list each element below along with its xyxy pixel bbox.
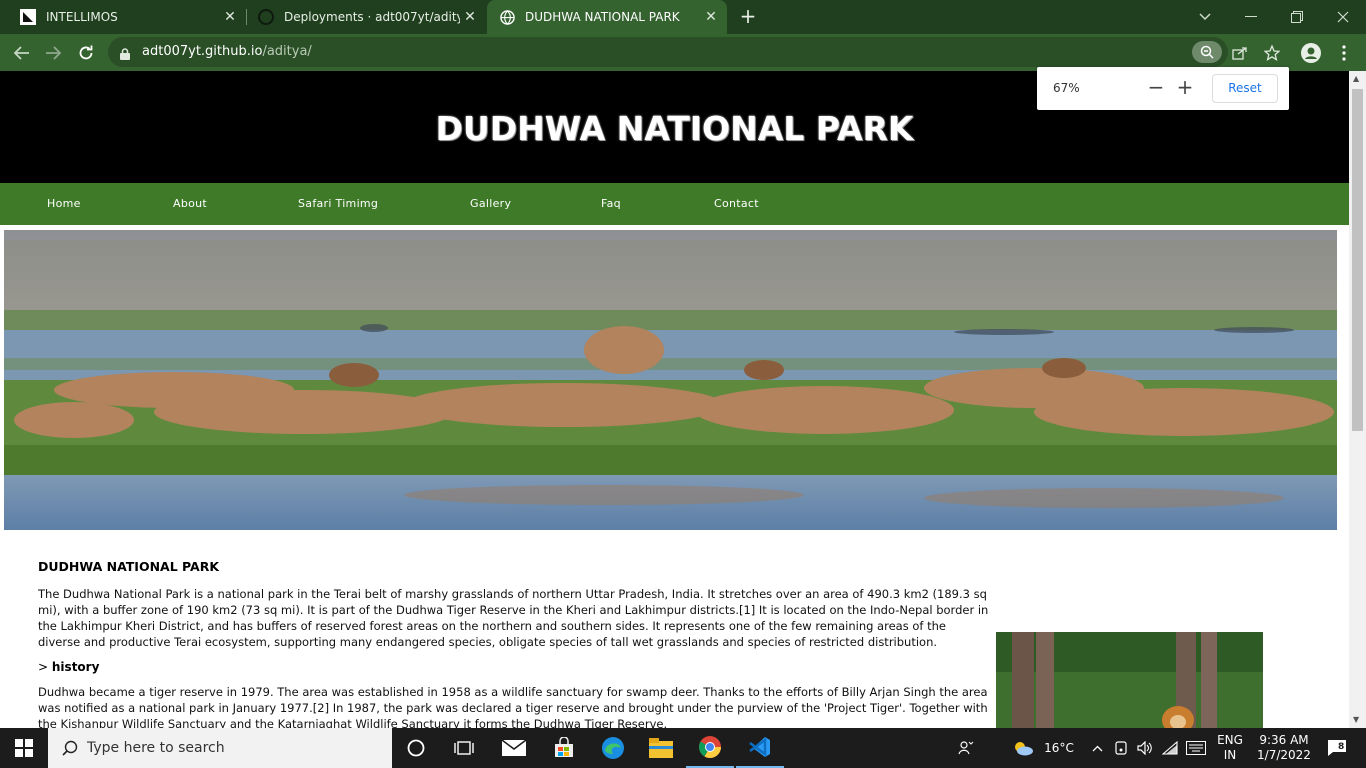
url-host: adt007yt.github.io bbox=[142, 44, 263, 59]
history-heading-text: history bbox=[51, 660, 100, 674]
chrome-icon[interactable] bbox=[686, 728, 734, 768]
weather-icon[interactable] bbox=[1010, 728, 1036, 768]
url-text[interactable]: adt007yt.github.io/aditya/ bbox=[142, 44, 312, 59]
url-path: /aditya/ bbox=[262, 44, 312, 59]
zoom-popup: 67% − + Reset bbox=[1037, 67, 1289, 110]
device-icon[interactable] bbox=[1111, 728, 1131, 768]
article: DUDHWA NATIONAL PARK The Dudhwa National… bbox=[38, 559, 990, 728]
show-hidden-icons-chevron-icon[interactable] bbox=[1088, 728, 1106, 768]
nav-about[interactable]: About bbox=[173, 197, 207, 210]
edge-icon[interactable] bbox=[589, 728, 637, 768]
file-explorer-icon[interactable] bbox=[637, 728, 685, 768]
close-tab-icon[interactable]: ✕ bbox=[220, 7, 240, 27]
hero-deer-image bbox=[4, 230, 1337, 530]
intro-paragraph: The Dudhwa National Park is a national p… bbox=[38, 587, 989, 649]
menu-kebab-icon[interactable] bbox=[1331, 40, 1357, 66]
article-heading: DUDHWA NATIONAL PARK bbox=[38, 559, 220, 574]
nav-gallery[interactable]: Gallery bbox=[470, 197, 511, 210]
bookmark-star-icon[interactable] bbox=[1259, 40, 1285, 66]
minimize-icon[interactable] bbox=[1228, 0, 1274, 34]
region-code: IN bbox=[1223, 748, 1237, 762]
browser-toolbar: adt007yt.github.io/aditya/ bbox=[0, 34, 1366, 71]
nav-contact[interactable]: Contact bbox=[714, 197, 759, 210]
scroll-up-arrow-icon[interactable]: ▲ bbox=[1353, 74, 1359, 83]
intellimos-favicon-icon bbox=[20, 9, 36, 25]
share-icon[interactable] bbox=[1227, 40, 1253, 66]
volume-icon[interactable] bbox=[1134, 728, 1156, 768]
nav-safari-timing[interactable]: Safari Timimg bbox=[298, 197, 378, 210]
back-arrow-icon[interactable] bbox=[9, 40, 35, 66]
tiger-image bbox=[996, 632, 1263, 728]
scroll-down-arrow-icon[interactable]: ▼ bbox=[1353, 715, 1359, 724]
windows-start-icon[interactable] bbox=[0, 728, 48, 768]
mail-icon[interactable] bbox=[490, 728, 538, 768]
forward-arrow-icon[interactable] bbox=[40, 40, 66, 66]
reload-icon[interactable] bbox=[73, 40, 99, 66]
globe-icon bbox=[499, 9, 515, 25]
tab-search-icon[interactable] bbox=[1182, 0, 1228, 34]
zoom-reset-button[interactable]: Reset bbox=[1212, 74, 1278, 103]
github-favicon-icon bbox=[258, 9, 274, 25]
clock-time: 9:36 AM bbox=[1259, 733, 1309, 747]
history-prefix: > bbox=[38, 660, 49, 674]
search-placeholder: Type here to search bbox=[87, 740, 225, 756]
vscode-icon[interactable] bbox=[736, 728, 784, 768]
tab-dudhwa[interactable]: DUDHWA NATIONAL PARK ✕ bbox=[487, 0, 727, 34]
cortana-icon[interactable] bbox=[392, 728, 440, 768]
site-title: DUDHWA NATIONAL PARK bbox=[435, 109, 914, 148]
microsoft-store-icon[interactable] bbox=[540, 728, 588, 768]
zoom-level: 67% bbox=[1053, 81, 1080, 95]
task-view-icon[interactable] bbox=[440, 728, 488, 768]
tab-intellimos[interactable]: INTELLIMOS ✕ bbox=[0, 0, 246, 34]
zoom-in-button[interactable]: + bbox=[1172, 75, 1198, 101]
page-scrollbar[interactable]: ▲ ▼ bbox=[1349, 71, 1366, 728]
browser-tab-strip: INTELLIMOS ✕ Deployments · adt007yt/adit… bbox=[0, 0, 1366, 34]
close-tab-icon[interactable]: ✕ bbox=[701, 7, 721, 27]
keyboard-icon[interactable] bbox=[1184, 728, 1208, 768]
windows-taskbar: Type here to search 16°C ENG IN 9:36 AM … bbox=[0, 728, 1366, 768]
tab-title: Deployments · adt007yt/aditya bbox=[284, 10, 460, 24]
profile-avatar-icon[interactable] bbox=[1298, 40, 1324, 66]
language-indicator[interactable]: ENG IN bbox=[1212, 728, 1248, 768]
search-icon bbox=[62, 740, 78, 756]
web-page: DUDHWA NATIONAL PARK Home About Safari T… bbox=[0, 71, 1349, 728]
clock[interactable]: 9:36 AM 1/7/2022 bbox=[1252, 728, 1316, 768]
close-tab-icon[interactable]: ✕ bbox=[460, 7, 480, 27]
zoom-indicator-icon[interactable] bbox=[1192, 41, 1222, 63]
history-heading: > history bbox=[38, 660, 990, 674]
lock-icon[interactable] bbox=[120, 45, 130, 60]
clock-date: 1/7/2022 bbox=[1257, 748, 1311, 762]
tab-deployments[interactable]: Deployments · adt007yt/aditya ✕ bbox=[248, 0, 486, 34]
notification-count: 8 bbox=[1338, 742, 1345, 752]
nav-faq[interactable]: Faq bbox=[601, 197, 621, 210]
nav-home[interactable]: Home bbox=[47, 197, 81, 210]
restore-icon[interactable] bbox=[1274, 0, 1320, 34]
taskbar-search[interactable]: Type here to search bbox=[48, 728, 392, 768]
notification-center-icon[interactable]: 8 bbox=[1320, 728, 1354, 768]
tab-divider bbox=[246, 9, 247, 25]
people-icon[interactable] bbox=[953, 728, 979, 768]
language-code: ENG bbox=[1217, 733, 1243, 747]
zoom-out-button[interactable]: − bbox=[1143, 75, 1169, 101]
wifi-icon[interactable] bbox=[1159, 728, 1181, 768]
weather-temp[interactable]: 16°C bbox=[1040, 728, 1078, 768]
history-paragraph: Dudhwa became a tiger reserve in 1979. T… bbox=[38, 685, 988, 728]
tab-title: DUDHWA NATIONAL PARK bbox=[525, 10, 680, 24]
scroll-thumb[interactable] bbox=[1352, 89, 1363, 431]
tab-title: INTELLIMOS bbox=[46, 10, 118, 24]
new-tab-icon[interactable]: + bbox=[736, 5, 760, 29]
close-window-icon[interactable] bbox=[1320, 0, 1366, 34]
site-nav: Home About Safari Timimg Gallery Faq Con… bbox=[0, 183, 1349, 225]
address-bar[interactable]: adt007yt.github.io/aditya/ bbox=[108, 37, 1228, 67]
